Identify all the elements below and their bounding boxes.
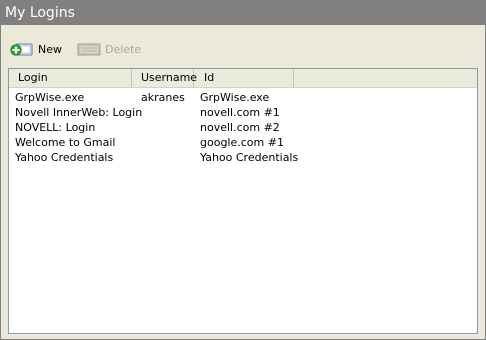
new-button[interactable]: New [10,39,62,59]
login-cell: Novell InnerWeb: Login [15,106,143,119]
table-row[interactable]: Yahoo Credentials Yahoo Credentials [9,150,477,165]
id-cell: novell.com #1 [200,106,280,119]
table-row[interactable]: NOVELL: Login novell.com #2 [9,120,477,135]
panel-title: My Logins [1,1,485,25]
column-header-username[interactable]: Username [132,69,197,87]
add-plus-icon [10,41,34,57]
login-cell: Welcome to Gmail [15,136,116,149]
table-row[interactable]: Welcome to Gmail google.com #1 [9,135,477,150]
login-cell: NOVELL: Login [15,121,96,134]
id-cell: novell.com #2 [200,121,280,134]
table-row[interactable]: GrpWise.exe akranes GrpWise.exe [9,90,477,105]
id-cell: google.com #1 [200,136,284,149]
username-cell: akranes [141,91,185,104]
column-header-id[interactable]: Id [194,69,294,87]
delete-button[interactable]: Delete [77,39,141,59]
list-header: Login Username Id [9,69,477,88]
delete-disabled-icon [77,41,101,57]
toolbar: New Delete [1,37,485,61]
delete-button-label: Delete [105,42,142,56]
logins-list[interactable]: Login Username Id GrpWise.exe akranes Gr… [8,68,478,334]
login-cell: Yahoo Credentials [15,151,114,164]
new-button-label: New [38,42,62,56]
id-cell: Yahoo Credentials [200,151,299,164]
login-cell: GrpWise.exe [15,91,85,104]
my-logins-panel: My Logins New Delete Login Username Id G… [0,0,486,340]
id-cell: GrpWise.exe [200,91,270,104]
column-header-login[interactable]: Login [9,69,132,87]
table-row[interactable]: Novell InnerWeb: Login novell.com #1 [9,105,477,120]
list-rows: GrpWise.exe akranes GrpWise.exe Novell I… [9,90,477,165]
